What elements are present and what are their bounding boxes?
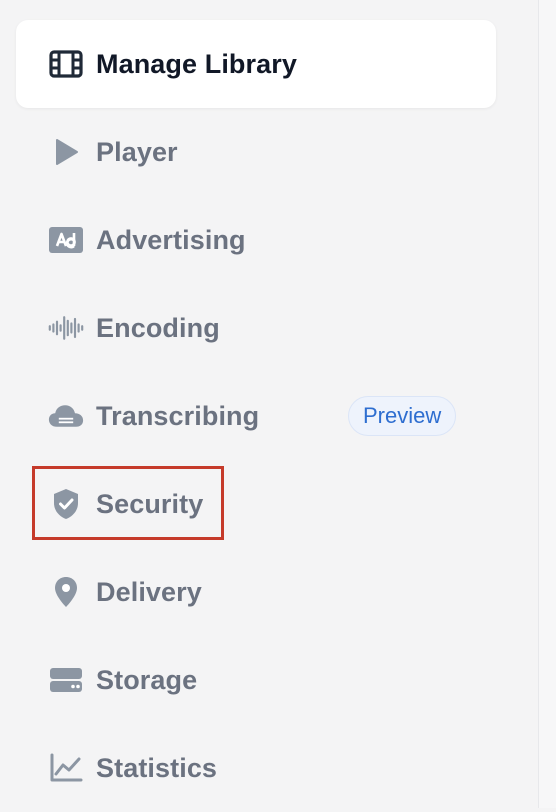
sidebar-item-advertising[interactable]: Advertising xyxy=(16,196,496,284)
storage-icon xyxy=(48,662,84,698)
sidebar-item-label: Encoding xyxy=(96,312,220,343)
sidebar-item-label: Transcribing xyxy=(96,400,260,431)
preview-badge: Preview xyxy=(348,396,457,436)
sidebar-item-statistics[interactable]: Statistics xyxy=(16,724,496,812)
sidebar-item-label: Security xyxy=(96,488,204,519)
sidebar-item-label: Manage Library xyxy=(96,48,297,79)
sidebar-item-manage-library[interactable]: Manage Library xyxy=(16,20,496,108)
film-icon xyxy=(48,46,84,82)
ad-icon xyxy=(48,222,84,258)
sidebar-item-security[interactable]: Security xyxy=(16,460,496,548)
sidebar-item-storage[interactable]: Storage xyxy=(16,636,496,724)
sidebar-item-encoding[interactable]: Encoding xyxy=(16,284,496,372)
waveform-icon xyxy=(48,310,84,346)
chart-icon xyxy=(48,750,84,786)
play-icon xyxy=(48,134,84,170)
cloud-icon xyxy=(48,398,84,434)
sidebar-item-label: Storage xyxy=(96,664,198,695)
sidebar-item-delivery[interactable]: Delivery xyxy=(16,548,496,636)
shield-check-icon xyxy=(48,486,84,522)
sidebar-item-label: Advertising xyxy=(96,224,246,255)
location-pin-icon xyxy=(48,574,84,610)
sidebar-item-label: Player xyxy=(96,136,178,167)
main-panel-edge xyxy=(538,0,556,808)
sidebar-item-transcribing[interactable]: Transcribing Preview xyxy=(16,372,496,460)
sidebar-item-player[interactable]: Player xyxy=(16,108,496,196)
sidebar-item-label: Statistics xyxy=(96,752,218,783)
sidebar-item-label: Delivery xyxy=(96,576,202,607)
